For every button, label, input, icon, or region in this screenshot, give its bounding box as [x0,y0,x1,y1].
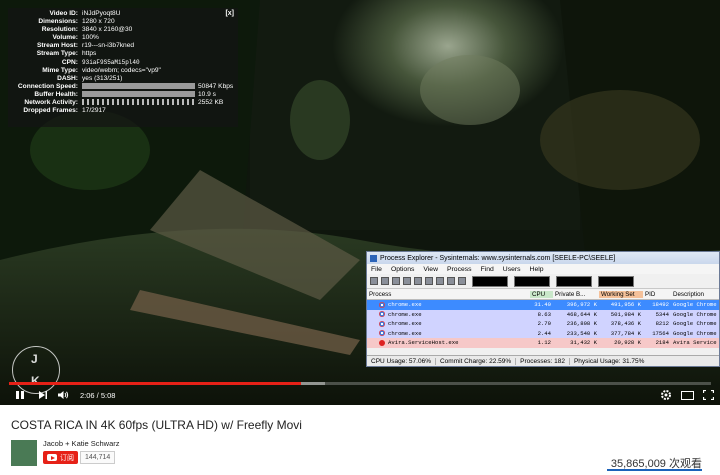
process-explorer-icon [370,254,377,262]
chrome-icon [379,301,385,308]
col-working-set[interactable]: Working Set [599,290,643,298]
stats-row: Video ID: iNJdPyoqt8U [49,10,121,17]
chrome-icon [379,320,385,327]
commit-graph[interactable] [514,275,550,287]
refresh-icon[interactable] [381,277,389,285]
subscribe-group: 订阅 144,714 [43,451,116,464]
col-cpu[interactable]: CPU [530,290,553,298]
chrome-icon [379,330,385,337]
status-processes: Processes: 182 [516,357,570,365]
stats-row: Volume: 100% [52,34,99,42]
physical-memory-graph[interactable] [598,275,634,287]
properties-icon[interactable] [425,277,433,285]
page: [x] Video ID: iNJdPyoqt8U Dimensions: 1280… [0,0,720,475]
stats-row: CPN: 93iaF9S5aMi5pl40 [61,58,140,66]
menu-help[interactable]: Help [530,266,544,273]
pe-column-headers: Process CPU Private B... Working Set PID… [367,289,719,300]
stats-row: Connection Speed: 50847 Kbps [17,82,234,90]
subscriber-count: 144,714 [80,451,116,464]
menu-users[interactable]: Users [503,266,521,273]
settings-button[interactable] [660,385,672,405]
channel-name[interactable]: Jacob + Katie Schwarz [43,439,120,448]
pe-status-bar: CPU Usage: 57.06% Commit Charge: 22.59% … [367,355,719,366]
pe-menu-bar: File Options View Process Find Users Hel… [367,264,719,274]
target-icon[interactable] [458,277,466,285]
find-icon[interactable] [447,277,455,285]
status-cpu-usage: CPU Usage: 57.06% [367,357,436,365]
stats-row: Buffer Health: 10.9 s [34,90,216,98]
fullscreen-button[interactable] [703,385,714,405]
status-physical-usage: Physical Usage: 31.75% [573,357,645,365]
avira-icon [379,339,385,346]
video-player[interactable]: [x] Video ID: iNJdPyoqt8U Dimensions: 1280… [0,0,720,405]
stats-row: Stream Host: r19---sn-i3b7kned [36,42,135,50]
video-title: COSTA RICA IN 4K 60fps (ULTRA HD) w/ Fre… [11,418,302,432]
status-commit-charge: Commit Charge: 22.59% [436,357,517,365]
like-ratio-bar [607,469,702,471]
subscribe-button[interactable]: 订阅 [43,451,78,464]
connection-speed-bar [82,83,195,90]
stats-row: Network Activity: 2552 KB [24,99,224,107]
youtube-icon [47,454,57,461]
pe-process-list: chrome.exe 31.40 396,972 K 491,956 K 184… [367,300,719,348]
menu-find[interactable]: Find [481,266,494,273]
menu-process[interactable]: Process [447,266,472,273]
pe-toolbar [367,274,719,289]
stats-row: Stream Type: https [36,50,97,58]
io-graph[interactable] [556,275,592,287]
stats-row: Dropped Frames: 17/2917 [23,107,106,115]
theater-icon [681,390,694,400]
menu-file[interactable]: File [371,266,382,273]
network-activity-bar [82,99,195,106]
tree-icon[interactable] [403,277,411,285]
process-row[interactable]: chrome.exe 2.44 233,540 K 377,784 K 1756… [367,328,719,338]
gear-icon [661,390,671,400]
system-info-icon[interactable] [392,277,400,285]
kill-process-icon[interactable] [436,277,444,285]
pause-icon [16,391,24,399]
fullscreen-icon [703,390,714,400]
save-icon[interactable] [370,277,378,285]
process-row[interactable]: chrome.exe 2.70 236,808 K 378,436 K 8212… [367,319,719,329]
stats-row: DASH: yes (313/251) [57,74,123,82]
col-process[interactable]: Process [367,291,530,298]
cpu-graph[interactable] [472,275,508,287]
process-row[interactable]: chrome.exe 8.63 468,644 K 501,984 K 5344… [367,309,719,319]
next-button[interactable] [36,385,50,405]
dll-icon[interactable] [414,277,422,285]
pause-button[interactable] [12,385,28,405]
pe-title-bar[interactable]: Process Explorer - Sysinternals: www.sys… [367,252,719,264]
menu-view[interactable]: View [423,266,438,273]
menu-options[interactable]: Options [391,266,414,273]
player-controls: 2:06 / 5:08 [0,385,720,405]
process-row[interactable]: Avira.ServiceHost.exe 1.12 31,432 K 20,9… [367,338,719,348]
theater-mode-button[interactable] [681,385,694,405]
process-row[interactable]: chrome.exe 31.40 396,972 K 491,956 K 184… [367,300,719,310]
volume-button[interactable] [56,385,70,405]
col-pid[interactable]: PID [643,291,671,298]
col-description[interactable]: Description [671,291,719,298]
process-explorer-window[interactable]: Process Explorer - Sysinternals: www.sys… [366,251,720,367]
buffer-health-bar [82,91,195,98]
col-private-bytes[interactable]: Private B... [553,291,599,298]
skip-next-icon [39,391,47,399]
stats-for-nerds-panel: [x] Video ID: iNJdPyoqt8U Dimensions: 1280… [8,8,238,127]
time-display: 2:06 / 5:08 [80,390,116,400]
stats-row: Resolution: 3840 x 2160@30 [41,26,133,34]
channel-avatar[interactable] [11,440,37,466]
video-info: COSTA RICA IN 4K 60fps (ULTRA HD) w/ Fre… [0,405,720,475]
stats-row: Mime Type: video/webm; codecs="vp9" [42,66,161,74]
volume-icon [58,391,69,399]
chrome-icon [379,311,385,318]
right-controls [660,385,714,405]
stats-close-button[interactable]: [x] [225,10,234,18]
stats-row: Dimensions: 1280 x 720 [38,18,115,26]
